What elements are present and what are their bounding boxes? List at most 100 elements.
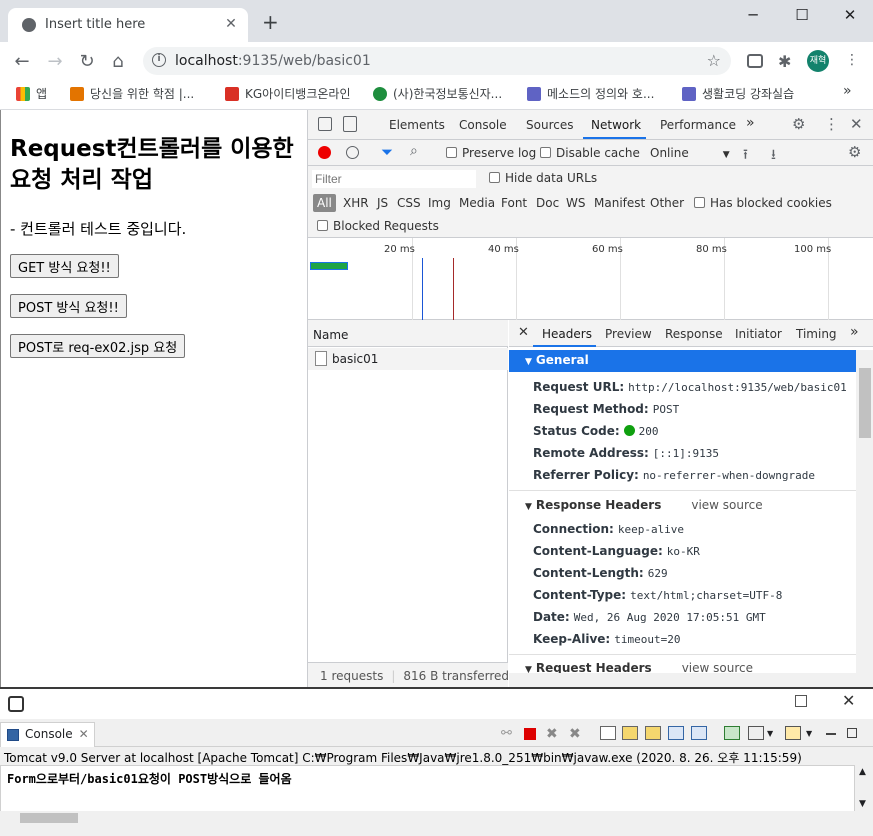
view-source-link[interactable]: view source [691, 498, 762, 512]
dropdown-arrow-icon[interactable]: ▼ [806, 729, 822, 743]
response-headers-section[interactable]: ▼ Response Headers view source [509, 498, 856, 512]
filter-type-other[interactable]: Other [650, 196, 684, 210]
bookmark-item[interactable]: 메소드의 정의와 호... [527, 85, 654, 102]
reload-icon[interactable]: ↻ [77, 51, 97, 72]
maximize-view-button[interactable] [795, 695, 807, 707]
close-window-button[interactable]: ✕ [840, 6, 860, 24]
show-on-output-icon[interactable] [668, 726, 684, 740]
devtools-menu-icon[interactable]: ⋮ [824, 115, 839, 133]
bookmark-item[interactable]: KG아이티뱅크온라인 [225, 85, 351, 102]
close-devtools-icon[interactable]: ✕ [850, 115, 863, 133]
dropdown-arrow-icon[interactable]: ▼ [767, 729, 783, 743]
pin-console-icon[interactable] [724, 726, 740, 740]
tab-elements[interactable]: Elements [389, 118, 445, 132]
show-on-error-icon[interactable] [691, 726, 707, 740]
display-selected-console-icon[interactable] [748, 726, 764, 740]
scrollbar-thumb[interactable] [859, 368, 871, 438]
search-icon[interactable]: ⌕ [410, 143, 418, 159]
network-settings-gear-icon[interactable]: ⚙ [848, 143, 861, 161]
scroll-up-icon[interactable]: ▲ [859, 767, 866, 777]
filter-funnel-icon[interactable]: ⏷ [381, 143, 393, 161]
tab-initiator[interactable]: Initiator [735, 327, 782, 341]
tab-sources[interactable]: Sources [526, 118, 573, 132]
maximize-view-icon[interactable] [847, 728, 857, 738]
tab-console[interactable]: Console [459, 118, 507, 132]
more-bookmarks-icon[interactable]: » [843, 83, 852, 99]
word-wrap-icon[interactable] [645, 726, 661, 740]
minimize-view-icon[interactable] [826, 733, 836, 735]
bookmark-item[interactable]: 생활코딩 강좌실습 [682, 85, 794, 102]
close-tab-icon[interactable]: ✕ [222, 16, 240, 32]
tab-headers[interactable]: Headers [542, 327, 592, 341]
more-tabs-icon[interactable]: » [746, 115, 755, 131]
disable-cache-checkbox[interactable]: Disable cache [540, 146, 640, 160]
request-headers-section[interactable]: ▼ Request Headers view source [509, 661, 856, 673]
has-blocked-cookies-checkbox[interactable]: Has blocked cookies [694, 196, 832, 210]
bookmark-star-icon[interactable]: ☆ [707, 51, 721, 70]
tab-network[interactable]: Network [591, 118, 641, 132]
new-tab-button[interactable]: + [262, 12, 279, 32]
clear-console-icon[interactable] [600, 726, 616, 740]
back-icon[interactable]: ← [12, 51, 32, 72]
tab-preview[interactable]: Preview [605, 327, 652, 341]
bookmark-apps[interactable]: 앱 [16, 85, 47, 102]
filter-input[interactable] [312, 170, 476, 188]
filter-type-img[interactable]: Img [428, 196, 451, 210]
horizontal-scrollbar[interactable] [509, 673, 873, 687]
extensions-icon[interactable]: ✱ [778, 52, 796, 71]
chrome-menu-icon[interactable]: ⋮ [845, 52, 859, 68]
filter-type-media[interactable]: Media [459, 196, 495, 210]
bookmark-item[interactable]: 당신을 위한 학점 |... [70, 85, 194, 102]
get-request-button[interactable]: GET 방식 요청!! [10, 254, 119, 278]
inspect-icon[interactable] [318, 117, 332, 131]
remove-all-icon[interactable]: ✖ [569, 726, 585, 742]
address-bar[interactable]: i localhost:9135/web/basic01 ☆ [143, 47, 731, 75]
scroll-lock-icon[interactable] [622, 726, 638, 740]
console-vertical-scrollbar[interactable]: ▲ ▼ [855, 765, 873, 825]
console-horizontal-scrollbar[interactable] [0, 811, 855, 825]
close-view-button[interactable]: ✕ [842, 691, 855, 710]
home-icon[interactable]: ⌂ [108, 51, 128, 72]
maximize-button[interactable]: ☐ [792, 6, 812, 24]
blocked-requests-checkbox[interactable]: Blocked Requests [317, 219, 439, 233]
more-detail-tabs-icon[interactable]: » [850, 324, 859, 340]
throttle-select[interactable]: Online ▼ [650, 146, 730, 160]
filter-type-ws[interactable]: WS [566, 196, 585, 210]
settings-gear-icon[interactable]: ⚙ [792, 115, 805, 133]
open-console-icon[interactable] [785, 726, 801, 740]
tab-timing[interactable]: Timing [796, 327, 837, 341]
device-toggle-icon[interactable] [343, 116, 357, 132]
export-har-icon[interactable]: ⭳ [771, 144, 776, 168]
scroll-down-icon[interactable]: ▼ [859, 799, 866, 809]
post-req-ex02-button[interactable]: POST로 req-ex02.jsp 요청 [10, 334, 186, 358]
profile-avatar[interactable]: 재혁 [807, 50, 829, 72]
info-icon[interactable]: i [152, 53, 166, 67]
filter-type-js[interactable]: JS [377, 196, 388, 210]
terminate-icon[interactable] [524, 728, 536, 740]
forward-icon[interactable]: → [45, 51, 65, 72]
name-column-header[interactable]: Name [308, 320, 508, 347]
tab-performance[interactable]: Performance [660, 118, 736, 132]
console-tab[interactable]: Console ✕ [0, 722, 95, 747]
import-har-icon[interactable]: ⭱ [743, 144, 748, 168]
bookmark-item[interactable]: (사)한국정보통신자... [373, 85, 502, 102]
filter-type-doc[interactable]: Doc [536, 196, 559, 210]
request-row[interactable]: basic01 [308, 348, 508, 370]
disconnect-icon[interactable]: ⚯ [501, 726, 517, 741]
browser-tab[interactable]: Insert title here ✕ [8, 8, 248, 42]
remove-launch-icon[interactable]: ✖ [546, 726, 562, 742]
filter-type-css[interactable]: CSS [397, 196, 421, 210]
filter-type-xhr[interactable]: XHR [343, 196, 369, 210]
general-section-header[interactable]: ▼ General [509, 350, 856, 372]
post-request-button[interactable]: POST 방식 요청!! [10, 294, 127, 318]
hide-data-urls-checkbox[interactable]: Hide data URLs [489, 171, 597, 185]
record-icon[interactable] [318, 146, 331, 159]
preserve-log-checkbox[interactable]: Preserve log [446, 146, 536, 160]
url-text[interactable]: localhost:9135/web/basic01 [175, 53, 371, 69]
close-details-icon[interactable]: ✕ [518, 325, 529, 340]
details-scrollbar[interactable] [856, 350, 873, 673]
filter-type-manifest[interactable]: Manifest [594, 196, 645, 210]
filter-type-all[interactable]: All [313, 194, 336, 212]
clear-icon[interactable] [346, 146, 359, 159]
minimize-button[interactable]: ─ [743, 6, 763, 24]
